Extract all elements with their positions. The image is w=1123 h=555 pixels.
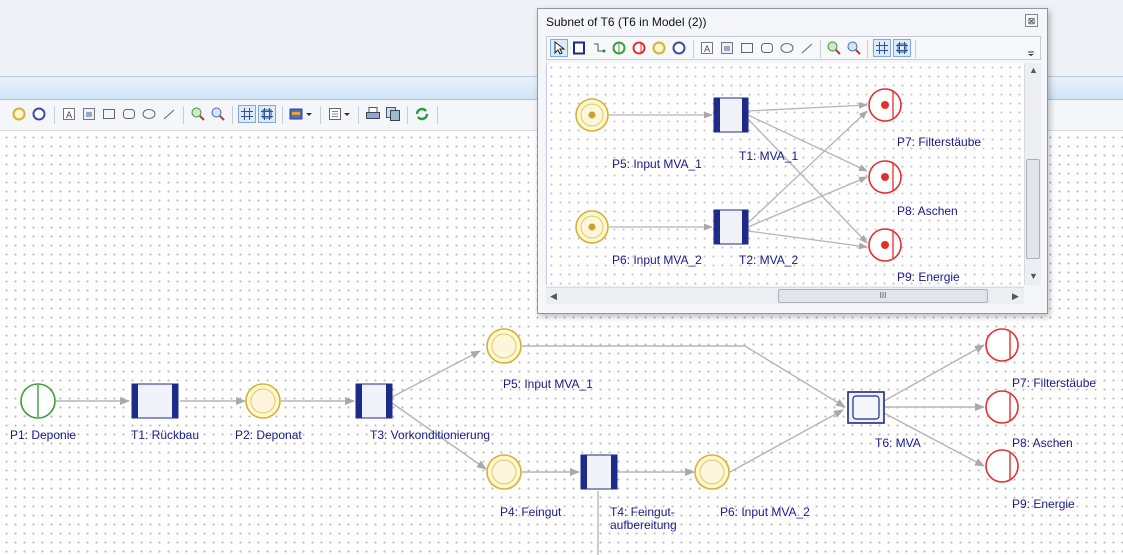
arc: [747, 118, 868, 244]
close-icon[interactable]: ⊠: [1025, 14, 1038, 27]
arc: [747, 230, 868, 250]
toolbar-overflow-icon[interactable]: [1025, 41, 1037, 59]
transition-t6[interactable]: [847, 391, 885, 424]
print-icon[interactable]: [364, 105, 382, 123]
subnet-place-label-p5: P5: Input MVA_1: [612, 157, 702, 171]
scroll-right-icon[interactable]: ▶: [1012, 291, 1019, 302]
image-tool-icon[interactable]: [718, 39, 736, 57]
place-red-icon[interactable]: [630, 39, 648, 57]
color-dropdown-icon[interactable]: [304, 105, 314, 123]
snap-grid-icon[interactable]: [258, 105, 276, 123]
vertical-scrollbar[interactable]: ▲ ▼: [1024, 63, 1041, 285]
scroll-down-icon[interactable]: ▼: [1029, 271, 1038, 281]
refresh-icon[interactable]: [413, 105, 431, 123]
svg-text:A: A: [704, 45, 711, 55]
subnet-place-p9[interactable]: [868, 228, 902, 262]
place-label-p5: P5: Input MVA_1: [503, 377, 593, 391]
place-p6[interactable]: [694, 454, 730, 490]
rounded-rect-tool-icon[interactable]: [758, 39, 776, 57]
subnet-place-label-p8: P8: Aschen: [897, 204, 958, 218]
vertical-scroll-thumb[interactable]: [1026, 159, 1040, 259]
subnet-place-p6[interactable]: [575, 210, 609, 244]
subnet-place-p8[interactable]: [868, 160, 902, 194]
arc-tool-icon[interactable]: [590, 39, 608, 57]
place-p7[interactable]: [985, 328, 1019, 362]
properties-dropdown-icon[interactable]: [342, 105, 352, 123]
place-label-p8: P8: Aschen: [1012, 436, 1073, 450]
place-green-icon[interactable]: [610, 39, 628, 57]
svg-text:A: A: [66, 111, 73, 121]
place-yellow-icon[interactable]: [10, 105, 28, 123]
place-yellow-icon[interactable]: [650, 39, 668, 57]
subnet-window-title: Subnet of T6 (T6 in Model (2)): [546, 15, 707, 29]
place-p4[interactable]: [486, 454, 522, 490]
image-tool-icon[interactable]: [80, 105, 98, 123]
subnet-place-label-p6: P6: Input MVA_2: [612, 253, 702, 267]
place-label-p9: P9: Energie: [1012, 497, 1075, 511]
zoom-out-icon[interactable]: [845, 39, 863, 57]
horizontal-scroll-thumb[interactable]: III: [778, 289, 988, 303]
arc: [747, 176, 868, 228]
scroll-up-icon[interactable]: ▲: [1029, 65, 1038, 75]
line-tool-icon[interactable]: [160, 105, 178, 123]
pointer-icon[interactable]: [550, 39, 568, 57]
ellipse-tool-icon[interactable]: [778, 39, 796, 57]
transition-t4[interactable]: [580, 454, 618, 490]
subnet-place-label-p7: P7: Filterstäube: [897, 135, 982, 149]
place-label-p1: P1: Deponie: [10, 428, 77, 442]
arc: [883, 344, 985, 402]
transition-t1[interactable]: [131, 383, 179, 419]
transition-label-t3: T3: Vorkonditionierung: [370, 428, 491, 442]
place-p2[interactable]: [245, 383, 281, 419]
text-tool-icon[interactable]: A: [698, 39, 716, 57]
copy-icon[interactable]: [384, 105, 402, 123]
zoom-in-icon[interactable]: [825, 39, 843, 57]
subnet-transition-t2[interactable]: [713, 209, 749, 245]
place-label-p6: P6: Input MVA_2: [720, 505, 810, 519]
rectangle-tool-icon[interactable]: [100, 105, 118, 123]
transition-label-t4-line2: aufbereitung: [610, 518, 677, 532]
arc: [391, 350, 481, 398]
place-label-p7: P7: Filterstäube: [1012, 376, 1097, 390]
arc: [747, 110, 868, 224]
transition-label-t1: T1: Rückbau: [131, 428, 200, 442]
place-blue-icon[interactable]: [670, 39, 688, 57]
subnet-window[interactable]: Subnet of T6 (T6 in Model (2)) ⊠ A P5: I…: [537, 8, 1048, 314]
place-label-p2: P2: Deponat: [235, 428, 302, 442]
line-tool-icon[interactable]: [798, 39, 816, 57]
ellipse-tool-icon[interactable]: [140, 105, 158, 123]
subnet-transition-t1[interactable]: [713, 97, 749, 133]
transition-tool-icon[interactable]: [570, 39, 588, 57]
place-p5[interactable]: [486, 328, 522, 364]
place-p8[interactable]: [985, 390, 1019, 424]
rounded-rect-tool-icon[interactable]: [120, 105, 138, 123]
scroll-left-icon[interactable]: ◀: [550, 291, 557, 302]
arc: [729, 409, 844, 473]
subnet-toolbar: A: [546, 36, 1041, 60]
grid-icon[interactable]: [238, 105, 256, 123]
subnet-canvas[interactable]: P5: Input MVA_1 P6: Input MVA_2 T1: MVA_…: [546, 63, 1025, 285]
subnet-transition-label-t1: T1: MVA_1: [739, 149, 799, 163]
subnet-place-p5[interactable]: [575, 98, 609, 132]
place-p1[interactable]: [20, 383, 56, 419]
rectangle-tool-icon[interactable]: [738, 39, 756, 57]
zoom-in-icon[interactable]: [189, 105, 207, 123]
place-p9[interactable]: [985, 449, 1019, 483]
grid-icon[interactable]: [873, 39, 891, 57]
place-blue-icon[interactable]: [30, 105, 48, 123]
subnet-transition-label-t2: T2: MVA_2: [739, 253, 799, 267]
horizontal-scrollbar[interactable]: ◀ III ▶: [546, 287, 1024, 304]
place-label-p4: P4: Feingut: [500, 505, 562, 519]
transition-t3[interactable]: [355, 383, 393, 419]
subnet-place-label-p9: P9: Energie: [897, 270, 960, 284]
zoom-out-icon[interactable]: [209, 105, 227, 123]
arc: [747, 101, 868, 112]
subnet-place-p7[interactable]: [868, 88, 902, 122]
text-tool-icon[interactable]: A: [60, 105, 78, 123]
snap-grid-icon[interactable]: [893, 39, 911, 57]
transition-label-t6: T6: MVA: [875, 436, 921, 450]
